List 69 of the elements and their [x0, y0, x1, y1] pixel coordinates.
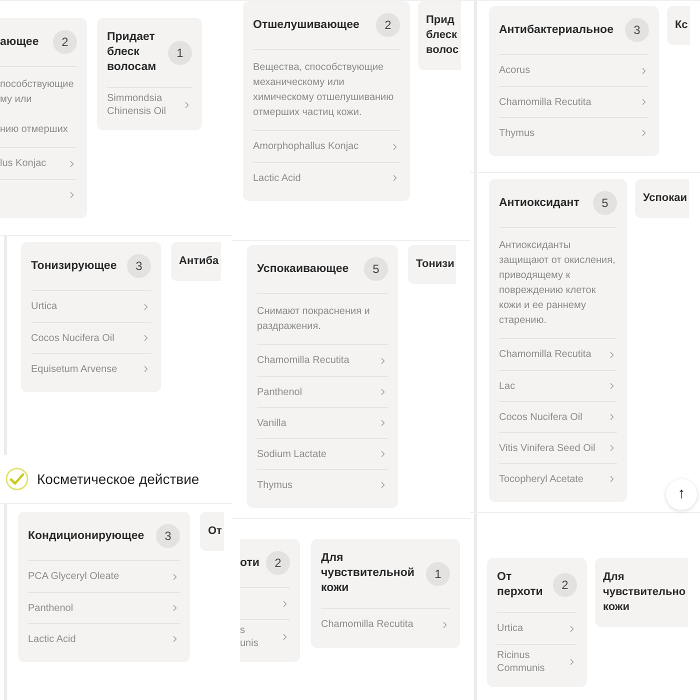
card-title: Тонизирующее: [31, 258, 117, 274]
ingredient-link[interactable]: Amorphophallus Konjac: [253, 140, 359, 153]
count-badge: 3: [625, 18, 649, 42]
card-title: Антиба: [179, 254, 219, 269]
count-badge: 2: [53, 30, 77, 54]
card-title: От: [208, 524, 222, 539]
ingredient-link[interactable]: Simmondsia Chinensis Oil: [107, 92, 182, 118]
category-card[interactable]: Антиба: [171, 242, 221, 281]
ingredient-link[interactable]: Sodium Lactate: [257, 448, 326, 460]
card-description: Вещества, способствующие механическому или химическому отшелушиванию отмерших частиц кожи.: [253, 50, 400, 131]
card-title: Придает блеск волосам: [107, 30, 158, 75]
category-card[interactable]: Успокаи: [635, 179, 690, 218]
card-title: Успокаи: [643, 191, 688, 206]
count-badge: 3: [127, 254, 151, 278]
card-title: Кондиционирующее: [28, 528, 144, 544]
card-description: Снимают покраснения и раздражения.: [257, 294, 388, 345]
card-title: Прид блеск волос: [426, 13, 459, 58]
ingredient-link[interactable]: Panthenol: [28, 602, 74, 614]
count-badge: 5: [364, 257, 388, 281]
ingredient-link[interactable]: Vanilla: [257, 416, 286, 430]
card-title: Для чувствительно кожи: [603, 570, 686, 615]
card-title: ающее: [0, 34, 39, 50]
ingredient-link[interactable]: Lactic Acid: [28, 632, 76, 646]
ingredient-link[interactable]: Urtica: [31, 300, 58, 313]
category-card[interactable]: Для чувствительно кожи: [595, 558, 688, 627]
ingredient-link[interactable]: lus Konjac: [0, 157, 46, 170]
ingredient-link[interactable]: Ricinus Communis: [497, 649, 567, 675]
ingredient-link[interactable]: PCA Glyceryl Oleate: [28, 570, 120, 583]
ingredient-link[interactable]: Thymus: [499, 126, 535, 140]
scroll-to-top-button[interactable]: ↑: [666, 479, 697, 510]
ingredient-link[interactable]: Tocopheryl Acetate: [499, 472, 584, 486]
card-description: Антиоксиданты защищают от окисления, приводящему к повреждению клеток кожи и ее раннему старению.: [499, 228, 617, 339]
section-heading: Косметическое действие: [37, 470, 200, 489]
ingredient-link[interactable]: Vitis Vinifera Seed Oil: [499, 442, 596, 454]
card-title: От перхоти: [497, 570, 544, 600]
ingredient-link[interactable]: Panthenol: [257, 386, 302, 398]
count-badge: 1: [426, 562, 450, 586]
card-title: Для чувствительной кожи: [321, 551, 416, 596]
ingredient-link[interactable]: Cocos Nucifera Oil: [499, 410, 582, 424]
ingredient-link[interactable]: Acorus: [499, 64, 530, 77]
ingredient-link[interactable]: Lac: [499, 380, 516, 392]
card-title: Кс: [675, 18, 688, 33]
card-title: Тонизи: [416, 257, 454, 272]
ingredient-link[interactable]: Chamomilla Recutita: [499, 348, 592, 361]
count-badge: 2: [376, 13, 400, 37]
ingredient-link[interactable]: Lactic Acid: [253, 172, 301, 184]
ingredient-link[interactable]: Urtica: [497, 622, 524, 635]
card-title: оти: [240, 556, 260, 570]
ingredient-link[interactable]: Chamomilla Recutita: [321, 618, 414, 631]
card-title: Антиоксидант: [499, 196, 580, 210]
ingredient-link[interactable]: s unis: [240, 624, 258, 650]
count-badge: 1: [168, 40, 192, 64]
ingredient-link[interactable]: Thymus: [257, 478, 293, 492]
category-card[interactable]: Кс: [667, 6, 690, 45]
ingredient-link[interactable]: Chamomilla Recutita: [499, 96, 592, 108]
count-badge: 2: [553, 573, 577, 597]
category-card[interactable]: От: [200, 512, 224, 551]
card-title: Отшелушивающее: [253, 18, 360, 32]
count-badge: 2: [266, 551, 290, 575]
card-title: Антибактериальное: [499, 22, 614, 38]
category-card[interactable]: Тонизи: [408, 245, 456, 284]
ingredient-link[interactable]: Cocos Nucifera Oil: [31, 332, 114, 344]
category-card[interactable]: Прид блеск волос: [418, 1, 461, 70]
card-title: Успокаивающее: [257, 262, 349, 276]
count-badge: 5: [593, 191, 617, 215]
ingredient-link[interactable]: Equisetum Arvense: [31, 362, 118, 376]
card-description: пособствующие му или нию отмерших: [0, 67, 77, 148]
ingredient-link[interactable]: Chamomilla Recutita: [257, 354, 350, 367]
count-badge: 3: [156, 524, 180, 548]
